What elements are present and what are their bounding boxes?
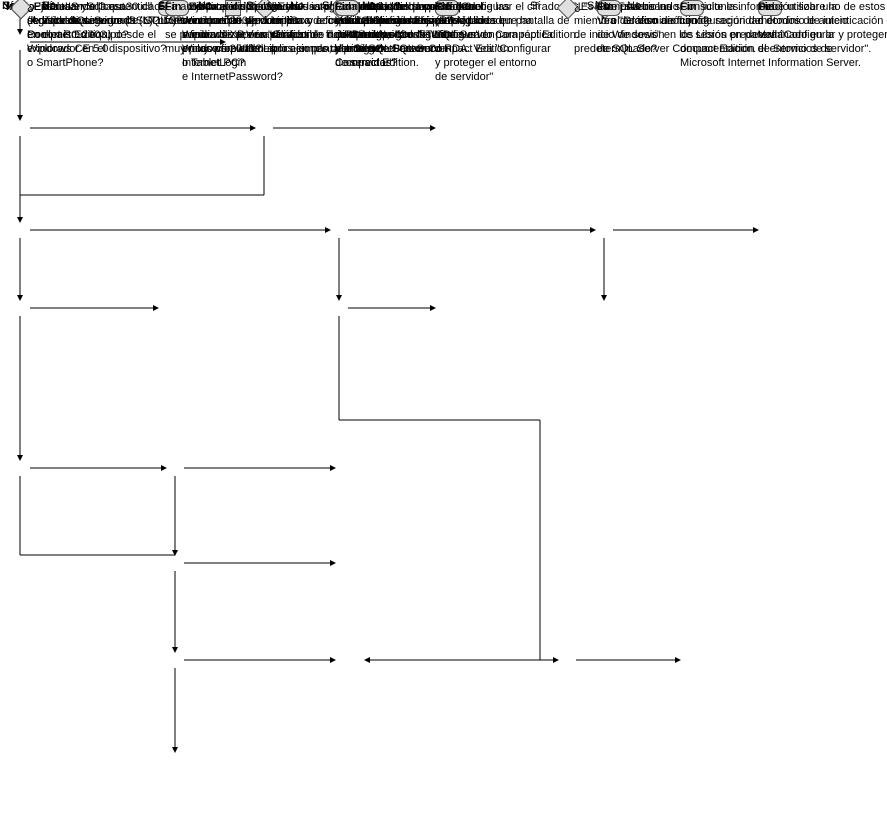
q10-text: ¿Están IIS y el servidor SQL Server en e… [27, 0, 129, 42]
q14-text: ¿Es este usuario un miembro del dominio … [574, 0, 676, 56]
edge-si: Sí [530, 0, 540, 12]
a14-text: Consulte la información sobre la configu… [680, 0, 861, 70]
a15-text: La autenticación de Windows integrada no… [165, 0, 440, 56]
edge-si: Sí [3, 0, 13, 12]
